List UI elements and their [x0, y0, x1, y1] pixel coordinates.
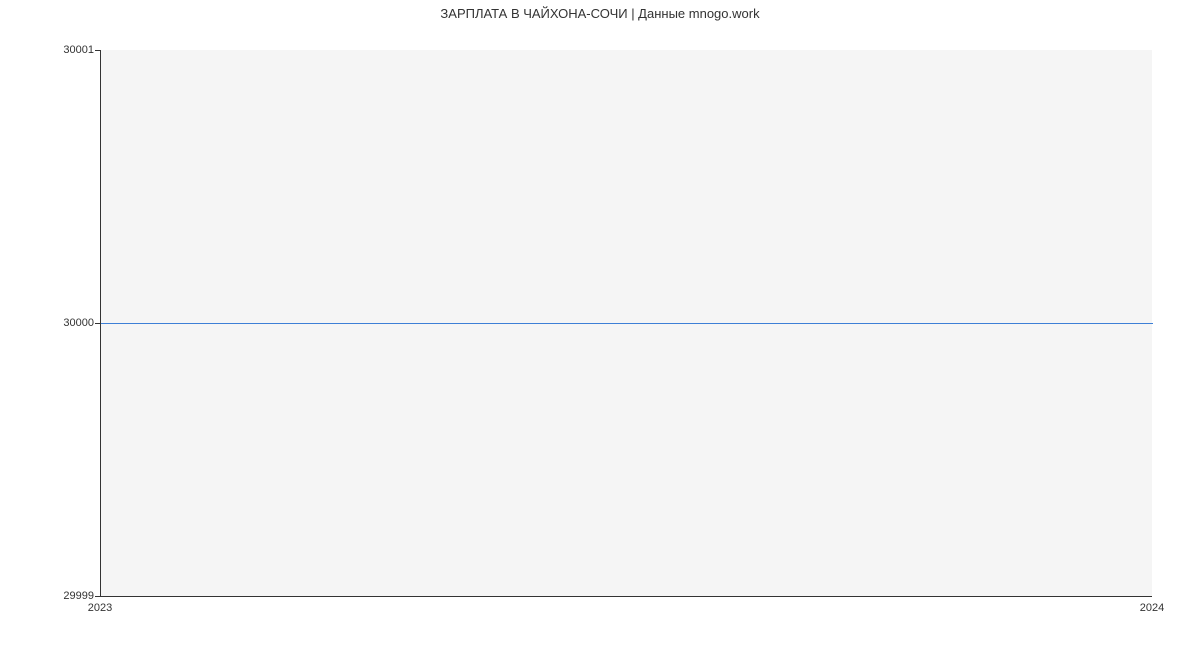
y-tick-label: 29999 — [63, 590, 94, 602]
x-tick-label: 2024 — [1140, 602, 1164, 614]
data-line-series-0 — [101, 323, 1153, 324]
y-tick-label: 30000 — [63, 317, 94, 329]
chart-title: ЗАРПЛАТА В ЧАЙХОНА-СОЧИ | Данные mnogo.w… — [0, 6, 1200, 21]
x-tick-label: 2023 — [88, 602, 112, 614]
chart-container: ЗАРПЛАТА В ЧАЙХОНА-СОЧИ | Данные mnogo.w… — [0, 0, 1200, 650]
y-tick-label: 30001 — [63, 44, 94, 56]
plot-area — [100, 50, 1152, 597]
